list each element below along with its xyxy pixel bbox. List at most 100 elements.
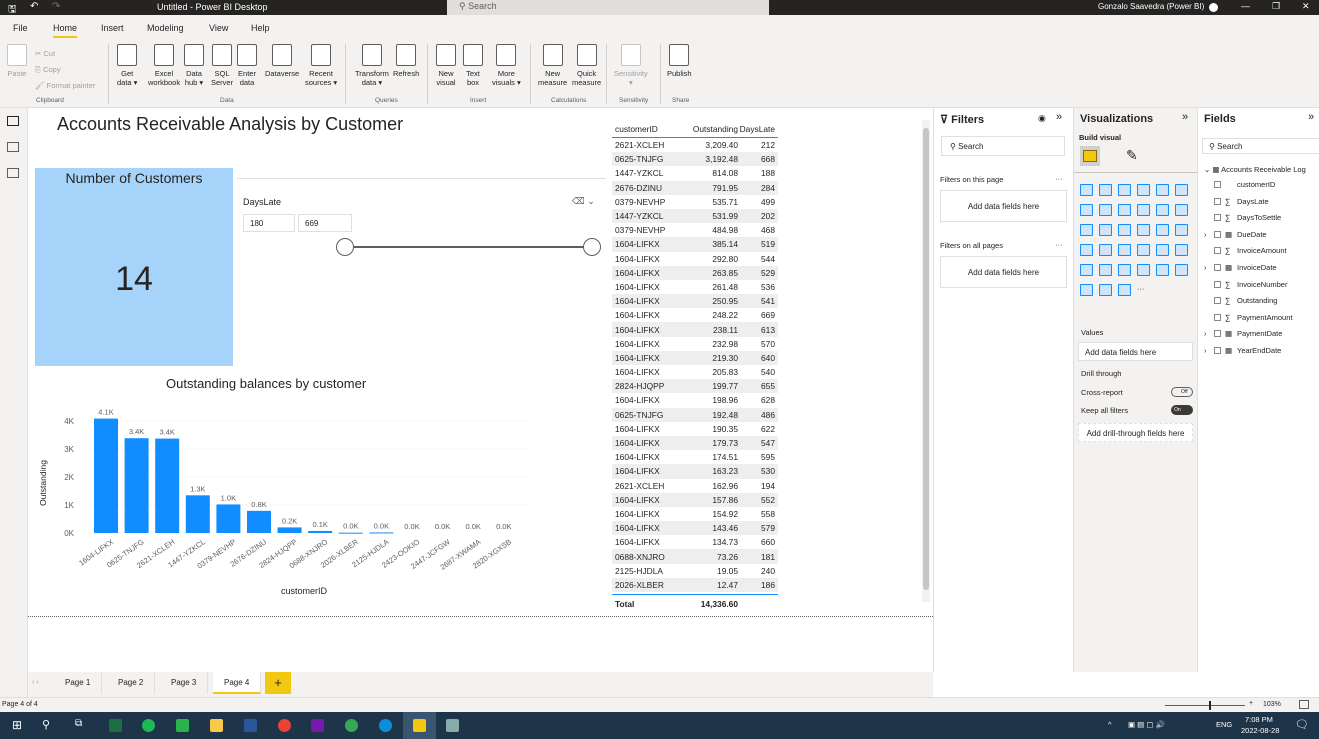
ribbon-sensitivity-button[interactable]: Sensitivity ▾ — [614, 44, 648, 87]
spotify-icon[interactable] — [142, 719, 155, 732]
field-checkbox[interactable] — [1214, 297, 1221, 305]
format-painter-button[interactable]: 🖌 Format painter — [35, 78, 95, 94]
clock-date[interactable]: 2022-08-28 — [1241, 726, 1279, 735]
ribbon-excel-button[interactable]: Excel workbook — [148, 44, 180, 87]
visual-type-icon[interactable] — [1080, 284, 1093, 296]
table-row[interactable]: 1604-LIFKX 134.73 660 — [612, 535, 778, 549]
field-checkbox[interactable] — [1214, 230, 1221, 238]
clock-time[interactable]: 7:08 PM — [1245, 715, 1273, 724]
cut-button[interactable]: ✂ Cut — [35, 46, 95, 62]
ribbon-more-button[interactable]: More visuals ▾ — [492, 44, 521, 87]
visual-type-icon[interactable] — [1080, 204, 1093, 216]
field-item[interactable]: ∑ DaysLate — [1212, 197, 1269, 206]
language-indicator[interactable]: ENG — [1216, 720, 1232, 729]
field-checkbox[interactable] — [1214, 247, 1221, 255]
scrollbar-thumb[interactable] — [923, 128, 929, 590]
bar[interactable] — [247, 510, 271, 533]
visual-type-icon[interactable] — [1156, 244, 1169, 256]
field-item[interactable]: ∑ PaymentAmount — [1212, 313, 1292, 322]
eraser-icon[interactable]: ⌫ — [572, 196, 585, 206]
menu-home[interactable]: Home — [53, 23, 78, 38]
table-row[interactable]: 1604-LIFKX 190.35 622 — [612, 422, 778, 436]
expand-chevron-icon[interactable]: › — [1204, 263, 1210, 272]
model-view-icon[interactable] — [7, 168, 19, 178]
field-checkbox[interactable] — [1214, 313, 1221, 321]
field-checkbox[interactable] — [1214, 181, 1221, 188]
table-row[interactable]: 2026-XLBER 12.47 186 — [612, 577, 778, 592]
menu-modeling[interactable]: Modeling — [147, 23, 184, 33]
table-row[interactable]: 1604-LIFKX 163.23 530 — [612, 464, 778, 479]
notifications-icon[interactable]: 🗨 — [1295, 718, 1309, 731]
maximize-button[interactable]: ❐ — [1272, 1, 1280, 12]
visual-type-icon[interactable] — [1175, 224, 1188, 236]
visual-type-icon[interactable] — [1118, 184, 1131, 196]
visual-type-icon[interactable] — [1156, 264, 1169, 276]
table-row[interactable]: 1604-LIFKX 238.11 613 — [612, 322, 778, 337]
zoom-slider-handle[interactable] — [1209, 701, 1211, 710]
edge-icon[interactable] — [379, 719, 392, 732]
field-item[interactable]: › ▦ YearEndDate — [1204, 346, 1281, 355]
values-drop[interactable]: Add data fields here — [1078, 342, 1193, 361]
table-row[interactable]: 1604-LIFKX 198.96 628 — [612, 393, 778, 407]
ribbon-data-button[interactable]: Data hub ▾ — [184, 44, 204, 87]
table-row[interactable]: 2621-XCLEH 3,209.40 212 — [612, 138, 778, 152]
chrome-icon[interactable] — [278, 719, 291, 732]
undo-icon[interactable]: ↶ — [30, 1, 38, 12]
ribbon-refresh-button[interactable]: Refresh — [393, 44, 419, 78]
fields-search[interactable]: ⚲ Search — [1202, 138, 1319, 154]
visual-type-icon[interactable] — [1099, 184, 1112, 196]
chevron-down-icon[interactable]: ⌄ — [587, 196, 595, 206]
table-row[interactable]: 0625-TNJFG 3,192.48 668 — [612, 152, 778, 167]
bar[interactable] — [185, 495, 210, 533]
search-icon[interactable]: ⚲ — [42, 718, 50, 731]
more-options-icon[interactable]: ··· — [1055, 240, 1063, 249]
table-row[interactable]: 1604-LIFKX 174.51 595 — [612, 450, 778, 464]
more-options-icon[interactable]: ··· — [1055, 174, 1063, 183]
slider-min-handle[interactable] — [336, 238, 354, 256]
tray-chevron-icon[interactable]: ^ — [1108, 720, 1112, 729]
menu-insert[interactable]: Insert — [101, 23, 124, 33]
card-visual[interactable]: Number of Customers 14 — [35, 168, 233, 366]
expand-chevron-icon[interactable]: › — [1204, 346, 1210, 355]
visual-type-icon[interactable] — [1156, 184, 1169, 196]
visual-type-icon[interactable] — [1099, 204, 1112, 216]
powerbi-taskbar-active[interactable] — [403, 712, 436, 739]
field-checkbox[interactable] — [1214, 197, 1221, 205]
bar[interactable] — [155, 438, 180, 533]
tray-icons[interactable]: ▣ ▤ ▢ 🔊 — [1128, 720, 1165, 729]
filters-search[interactable]: ⚲ Search — [941, 136, 1065, 156]
ribbon-publish-button[interactable]: Publish — [667, 44, 692, 78]
page-tab[interactable]: Page 1 — [54, 672, 103, 694]
ribbon-recent-button[interactable]: Recent sources ▾ — [305, 44, 337, 87]
collapse-filters-icon[interactable]: » — [1056, 111, 1062, 123]
visual-type-icon[interactable] — [1080, 224, 1093, 236]
visual-type-icon[interactable] — [1156, 204, 1169, 216]
table-row[interactable]: 1604-LIFKX 154.92 558 — [612, 507, 778, 521]
onenote-icon[interactable] — [311, 719, 324, 732]
table-row[interactable]: 0625-TNJFG 192.48 486 — [612, 407, 778, 422]
table-row[interactable]: 2125-HJDLA 19.05 240 — [612, 564, 778, 578]
field-item[interactable]: ∑ InvoiceAmount — [1212, 246, 1287, 255]
visual-type-icon[interactable] — [1118, 224, 1131, 236]
field-checkbox[interactable] — [1214, 330, 1221, 338]
table-row[interactable]: 1604-LIFKX 179.73 547 — [612, 435, 778, 451]
file-explorer-icon[interactable] — [210, 719, 223, 732]
paste-button[interactable]: Paste — [6, 44, 28, 78]
slider-track[interactable] — [345, 246, 592, 248]
search-box[interactable]: ⚲ Search — [447, 0, 769, 15]
table-row[interactable]: 1604-LIFKX 263.85 529 — [612, 265, 778, 280]
expand-chevron-icon[interactable]: › — [1204, 230, 1210, 239]
avatar[interactable] — [1209, 3, 1218, 12]
table-row[interactable]: 1604-LIFKX 205.83 540 — [612, 365, 778, 379]
eye-icon[interactable]: ◉ — [1038, 113, 1046, 124]
visual-type-icon[interactable] — [1118, 264, 1131, 276]
visual-type-icon[interactable] — [1099, 264, 1112, 276]
bar-chart[interactable]: 0K1K2K3K4K4.1K1604-LIFKX3.4K0625-TNJFG3.… — [30, 395, 590, 605]
page-tab[interactable]: Page 2 — [107, 672, 156, 694]
table-row[interactable]: 2824-HJQPP 199.77 655 — [612, 379, 778, 394]
table-row[interactable]: 1604-LIFKX 385.14 519 — [612, 237, 778, 252]
page-tab[interactable]: Page 4 — [213, 672, 262, 694]
header-dayslate[interactable]: DaysLate — [738, 124, 775, 134]
visual-type-icon[interactable] — [1118, 244, 1131, 256]
bar[interactable] — [124, 438, 149, 533]
